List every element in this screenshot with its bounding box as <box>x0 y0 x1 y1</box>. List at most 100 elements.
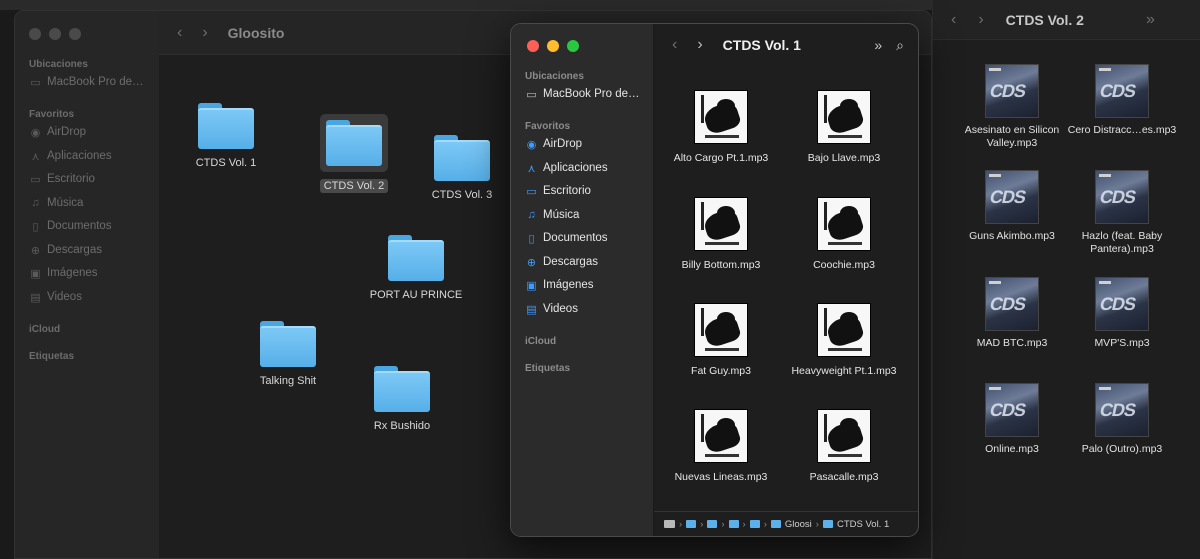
sidebar-item-applications[interactable]: ⋏ Aplicaciones <box>525 162 607 175</box>
sidebar-item-macbook[interactable]: ▭ MacBook Pro de… <box>525 88 639 101</box>
file-item[interactable]: CDS Online.mp3 <box>952 383 1072 456</box>
sidebar-header-favorites: Favoritos <box>29 109 75 120</box>
file-label: Online.mp3 <box>985 443 1039 455</box>
back-button[interactable]: ‹ <box>951 11 956 29</box>
folder-icon[interactable] <box>749 520 760 528</box>
minimize-button[interactable] <box>547 40 559 52</box>
folder-icon <box>198 103 254 149</box>
file-grid: Alto Cargo Pt.1.mp3 Bajo Llave.mp3 Billy… <box>654 66 918 511</box>
folder-icon <box>326 120 382 166</box>
zoom-button[interactable] <box>69 28 81 40</box>
file-item[interactable]: Billy Bottom.mp3 <box>666 197 776 272</box>
folder-item-selected[interactable]: CTDS Vol. 2 <box>299 114 409 193</box>
close-button[interactable] <box>527 40 539 52</box>
sidebar-item-desktop[interactable]: ▭ Escritorio <box>29 173 95 186</box>
folder-icon[interactable] <box>707 520 718 528</box>
sidebar-item-pictures[interactable]: ▣ Imágenes <box>525 279 593 292</box>
album-art-icon <box>817 409 871 463</box>
window-toolbar: ‹ › CTDS Vol. 1 » ⌕ <box>654 24 918 66</box>
forward-button[interactable]: › <box>202 24 207 42</box>
forward-button[interactable]: › <box>978 11 983 29</box>
album-art-icon <box>694 197 748 251</box>
search-icon[interactable]: ⌕ <box>896 37 904 54</box>
sidebar-item-documents[interactable]: ▯ Documentos <box>29 220 111 233</box>
sidebar-item-downloads[interactable]: ⊕ Descargas <box>29 244 102 257</box>
sidebar-header-icloud: iCloud <box>525 336 557 347</box>
file-item[interactable]: Fat Guy.mp3 <box>666 303 776 378</box>
minimize-button[interactable] <box>49 28 61 40</box>
path-segment-current[interactable]: CTDS Vol. 1 <box>837 519 889 530</box>
sidebar-item-videos[interactable]: ▤ Videos <box>525 303 578 316</box>
forward-button[interactable]: › <box>697 36 702 54</box>
desktop-icon: ▭ <box>526 185 537 198</box>
file-item[interactable]: Bajo Llave.mp3 <box>789 90 899 165</box>
folder-icon <box>822 520 833 528</box>
file-label: Alto Cargo Pt.1.mp3 <box>673 152 769 164</box>
sidebar-item-macbook[interactable]: ▭ MacBook Pro de… <box>29 76 143 89</box>
folder-item[interactable]: Rx Bushido <box>347 366 457 432</box>
file-item[interactable]: Coochie.mp3 <box>789 197 899 272</box>
file-item[interactable]: Heavyweight Pt.1.mp3 <box>789 303 899 378</box>
folder-item[interactable]: PORT AU PRINCE <box>361 235 471 301</box>
folder-icon[interactable] <box>686 520 697 528</box>
folder-icon[interactable] <box>728 520 739 528</box>
sidebar-item-pictures[interactable]: ▣ Imágenes <box>29 267 97 280</box>
folder-item[interactable]: CTDS Vol. 1 <box>171 103 281 169</box>
file-item[interactable]: CDS Guns Akimbo.mp3 <box>952 170 1072 243</box>
zoom-button[interactable] <box>567 40 579 52</box>
sidebar-item-documents[interactable]: ▯ Documentos <box>525 232 607 245</box>
folder-icon <box>434 135 490 181</box>
file-item[interactable]: CDS Cero Distracc…es.mp3 <box>1062 64 1182 137</box>
file-item[interactable]: Pasacalle.mp3 <box>789 409 899 484</box>
sidebar-header-locations: Ubicaciones <box>29 59 88 70</box>
photo-icon: ▣ <box>30 267 41 280</box>
sidebar-header-icloud: iCloud <box>29 324 61 335</box>
more-icon[interactable]: » <box>1146 11 1155 29</box>
music-icon: ♫ <box>31 197 40 209</box>
folder-item[interactable]: CTDS Vol. 3 <box>407 135 517 201</box>
sidebar-header-tags: Etiquetas <box>525 363 571 374</box>
window-title: Gloosito <box>227 24 285 41</box>
airdrop-icon: ◉ <box>30 126 41 139</box>
album-cover-icon: CDS <box>985 170 1039 224</box>
sidebar-item-music[interactable]: ♫ Música <box>525 209 579 221</box>
laptop-icon: ▭ <box>526 88 537 101</box>
sidebar-item-airdrop[interactable]: ◉ AirDrop <box>29 126 86 139</box>
sidebar-item-downloads[interactable]: ⊕ Descargas <box>525 256 598 269</box>
sidebar-header-tags: Etiquetas <box>29 351 75 362</box>
album-cover-icon: CDS <box>1095 277 1149 331</box>
file-item[interactable]: CDS MVP'S.mp3 <box>1062 277 1182 350</box>
folder-icon <box>388 235 444 281</box>
sidebar-item-applications[interactable]: ⋏ Aplicaciones <box>29 150 111 163</box>
folder-label: PORT AU PRINCE <box>369 289 463 301</box>
file-item[interactable]: CDS Palo (Outro).mp3 <box>1062 383 1182 456</box>
download-icon: ⊕ <box>526 256 537 269</box>
file-item[interactable]: CDS MAD BTC.mp3 <box>952 277 1072 350</box>
laptop-icon: ▭ <box>30 76 41 89</box>
disk-icon[interactable] <box>664 520 675 528</box>
sidebar-item-desktop[interactable]: ▭ Escritorio <box>525 185 591 198</box>
sidebar-item-videos[interactable]: ▤ Videos <box>29 291 82 304</box>
album-cover-icon: CDS <box>1095 170 1149 224</box>
file-item[interactable]: Alto Cargo Pt.1.mp3 <box>666 90 776 165</box>
more-icon[interactable]: » <box>874 37 882 54</box>
window-controls <box>527 40 579 52</box>
file-item[interactable]: CDS Asesinato en Silicon Valley.mp3 <box>952 64 1072 150</box>
sidebar-item-music[interactable]: ♫ Música <box>29 197 83 209</box>
photo-icon: ▣ <box>526 279 537 292</box>
applications-icon: ⋏ <box>527 162 536 175</box>
folder-label: Talking Shit <box>259 375 317 387</box>
desktop-icon: ▭ <box>30 173 41 186</box>
back-button[interactable]: ‹ <box>672 36 677 54</box>
file-item[interactable]: Nuevas Lineas.mp3 <box>666 409 776 484</box>
file-label: Guns Akimbo.mp3 <box>969 230 1055 242</box>
album-cover-icon: CDS <box>985 277 1039 331</box>
back-button[interactable]: ‹ <box>177 24 182 42</box>
close-button[interactable] <box>29 28 41 40</box>
path-segment-parent[interactable]: Gloosi <box>785 519 812 530</box>
album-cover-icon: CDS <box>1095 64 1149 118</box>
sidebar-item-airdrop[interactable]: ◉ AirDrop <box>525 138 582 151</box>
album-art-icon <box>817 303 871 357</box>
folder-item[interactable]: Talking Shit <box>233 321 343 387</box>
file-item[interactable]: CDS Hazlo (feat. Baby Pantera).mp3 <box>1062 170 1182 256</box>
